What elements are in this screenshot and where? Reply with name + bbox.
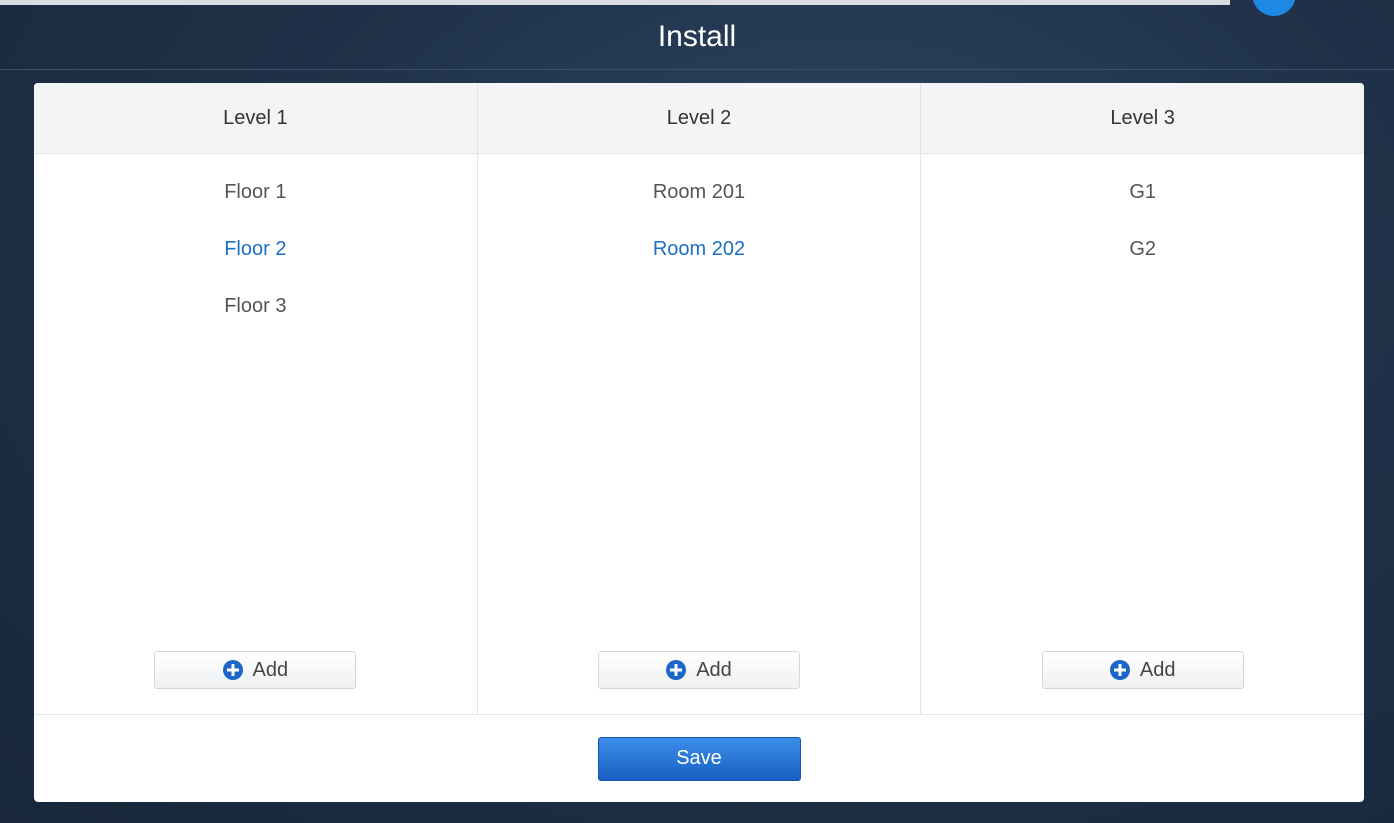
list-item[interactable]: G2 [921,237,1364,294]
level-column-1: Level 1 Floor 1 Floor 2 Floor 3 Add [34,83,478,714]
list-item[interactable]: Floor 3 [34,294,477,351]
page-title: Install [657,20,737,53]
install-panel: Level 1 Floor 1 Floor 2 Floor 3 Add Leve… [34,83,1364,802]
add-button[interactable]: Add [1041,651,1244,689]
list-item-selected[interactable]: Room 202 [478,237,921,294]
column-header: Level 1 [34,83,477,154]
level-column-3: Level 3 G1 G2 Add [921,83,1364,714]
add-button-label: Add [1139,658,1176,681]
level-columns: Level 1 Floor 1 Floor 2 Floor 3 Add Leve… [34,83,1364,715]
add-button-label: Add [696,658,732,681]
level-column-2: Level 2 Room 201 Room 202 Add [477,83,922,714]
item-list: G1 G2 [921,154,1364,294]
list-item-selected[interactable]: Floor 2 [34,237,477,294]
item-list: Room 201 Room 202 [478,154,921,294]
add-button[interactable]: Add [598,651,800,689]
list-item[interactable]: Floor 1 [34,180,477,237]
plus-circle-icon [1109,660,1130,680]
column-header: Level 3 [921,83,1364,154]
add-button-label: Add [252,658,289,681]
add-button[interactable]: Add [154,651,357,689]
item-list: Floor 1 Floor 2 Floor 3 [34,154,477,351]
title-bar: Install [0,5,1394,70]
column-header: Level 2 [477,83,921,154]
panel-footer: Save [34,715,1364,802]
save-button[interactable]: Save [597,736,801,781]
plus-circle-icon [222,660,243,680]
list-item[interactable]: Room 201 [478,180,921,237]
list-item[interactable]: G1 [921,180,1364,237]
plus-circle-icon [666,660,687,680]
